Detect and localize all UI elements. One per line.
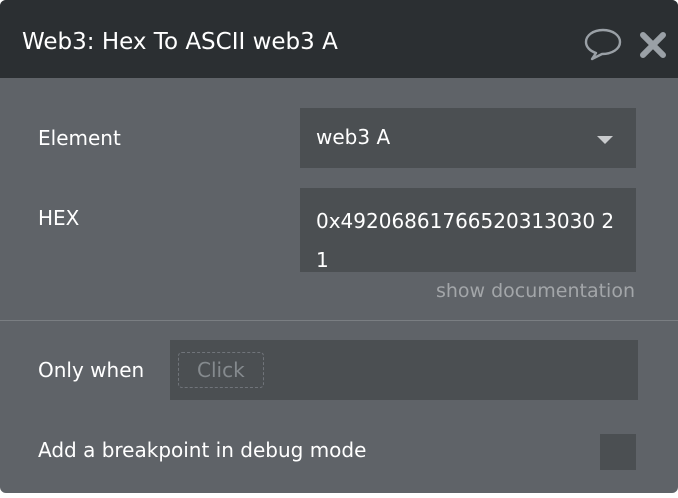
hex-input[interactable]: 0x49206861766520313030 21 [300, 188, 636, 272]
chevron-down-icon [597, 136, 613, 144]
element-dropdown-value: web3 A [316, 125, 391, 149]
comment-icon[interactable] [584, 27, 622, 61]
action-property-editor: Web3: Hex To ASCII web3 A Element web3 A… [0, 0, 678, 493]
condition-placeholder[interactable]: Click [178, 352, 264, 388]
hex-label: HEX [38, 206, 80, 230]
element-dropdown[interactable]: web3 A [300, 108, 636, 168]
hex-input-value: 0x49206861766520313030 21 [316, 209, 615, 272]
editor-title: Web3: Hex To ASCII web3 A [22, 29, 338, 55]
only-when-condition-input[interactable]: Click [170, 340, 638, 400]
only-when-label: Only when [38, 358, 145, 382]
close-icon[interactable] [639, 31, 667, 59]
section-divider [0, 320, 678, 321]
breakpoint-checkbox[interactable] [600, 434, 636, 470]
breakpoint-label: Add a breakpoint in debug mode [38, 438, 367, 462]
element-label: Element [38, 126, 121, 150]
editor-header: Web3: Hex To ASCII web3 A [0, 0, 678, 78]
show-documentation-link[interactable]: show documentation [436, 280, 635, 302]
